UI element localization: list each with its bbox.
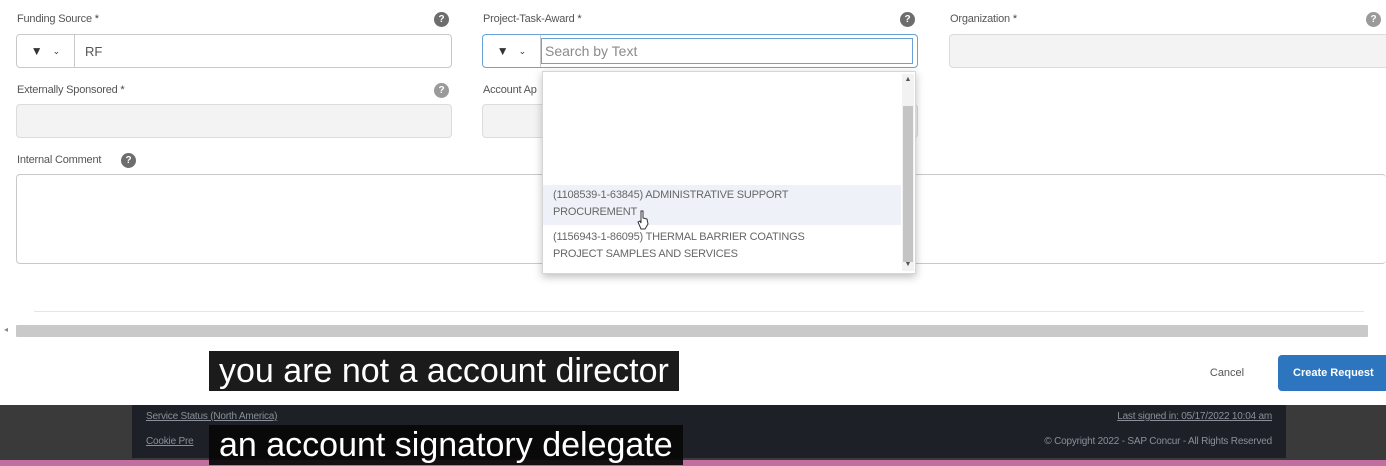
- internal-comment-label-text: Internal Comment: [17, 154, 102, 166]
- required-marker: *: [577, 13, 582, 25]
- dropdown-option[interactable]: (1108539-1-63845) ADMINISTRATIVE SUPPORT…: [543, 185, 901, 225]
- option-line: (1156943-1-86095) THERMAL BARRIER COATIN…: [553, 231, 805, 243]
- externally-sponsored-label-text: Externally Sponsored: [17, 84, 118, 96]
- caption-line-1: you are not a account director: [209, 351, 679, 391]
- project-task-award-help-icon[interactable]: ?: [900, 12, 915, 27]
- bottom-bar: [0, 460, 1386, 466]
- hand-cursor-icon: [637, 210, 649, 230]
- cancel-button[interactable]: Cancel: [1196, 361, 1258, 385]
- required-marker: *: [94, 13, 99, 25]
- cookie-preferences-link[interactable]: Cookie Pre: [146, 436, 194, 447]
- externally-sponsored-field[interactable]: [16, 104, 452, 138]
- project-task-award-field[interactable]: ▼ ⌄: [482, 34, 918, 68]
- organization-label: Organization *: [950, 13, 1017, 25]
- horizontal-scrollbar[interactable]: [16, 325, 1368, 337]
- filter-icon: ▼: [496, 44, 509, 58]
- scroll-up-icon[interactable]: ▲: [902, 74, 914, 86]
- caption-line-2: an account signatory delegate: [209, 425, 683, 465]
- last-signed-in-text: Last signed in: 05/17/2022 10:04 am: [1117, 411, 1272, 422]
- project-task-award-search-input[interactable]: [541, 38, 913, 64]
- funding-source-label: Funding Source *: [17, 13, 99, 25]
- funding-source-filter-button[interactable]: ▼ ⌄: [17, 35, 75, 67]
- service-status-link[interactable]: Service Status (North America): [146, 411, 277, 422]
- scroll-left-icon[interactable]: ◂: [4, 325, 8, 334]
- scroll-down-icon[interactable]: ▼: [902, 259, 914, 271]
- filter-icon: ▼: [30, 44, 43, 58]
- organization-help-icon[interactable]: ?: [1366, 12, 1381, 27]
- project-task-award-label-text: Project-Task-Award: [483, 13, 575, 25]
- organization-field[interactable]: [949, 34, 1386, 68]
- option-line: PROJECT SAMPLES AND SERVICES: [553, 248, 738, 260]
- project-task-award-filter-button[interactable]: ▼ ⌄: [483, 35, 541, 67]
- chevron-down-icon: ⌄: [518, 45, 527, 56]
- dropdown-scroll-thumb[interactable]: [903, 106, 913, 262]
- create-request-button[interactable]: Create Request: [1278, 355, 1386, 391]
- internal-comment-help-icon[interactable]: ?: [121, 153, 136, 168]
- required-marker: *: [1012, 13, 1017, 25]
- copyright-text: © Copyright 2022 - SAP Concur - All Righ…: [1044, 436, 1272, 447]
- funding-source-label-text: Funding Source: [17, 13, 92, 25]
- funding-source-field[interactable]: ▼ ⌄ RF: [16, 34, 452, 68]
- chevron-down-icon: ⌄: [52, 45, 61, 56]
- funding-source-help-icon[interactable]: ?: [434, 12, 449, 27]
- dropdown-scrollbar[interactable]: ▲ ▼: [902, 74, 914, 271]
- section-divider: [34, 311, 1364, 312]
- account-approver-label: Account Ap: [483, 84, 537, 96]
- internal-comment-label: Internal Comment: [17, 154, 101, 166]
- option-line: (1108539-1-63845) ADMINISTRATIVE SUPPORT: [553, 189, 789, 201]
- externally-sponsored-help-icon[interactable]: ?: [434, 83, 449, 98]
- required-marker: *: [120, 84, 125, 96]
- option-line: PROCUREMENT: [553, 206, 637, 218]
- project-task-award-label: Project-Task-Award *: [483, 13, 582, 25]
- project-task-award-dropdown[interactable]: ▲ ▼ (1108539-1-63845) ADMINISTRATIVE SUP…: [542, 71, 916, 274]
- dropdown-option[interactable]: (1156943-1-86095) THERMAL BARRIER COATIN…: [543, 227, 901, 267]
- organization-label-text: Organization: [950, 13, 1010, 25]
- funding-source-value: RF: [85, 43, 103, 59]
- externally-sponsored-label: Externally Sponsored *: [17, 84, 125, 96]
